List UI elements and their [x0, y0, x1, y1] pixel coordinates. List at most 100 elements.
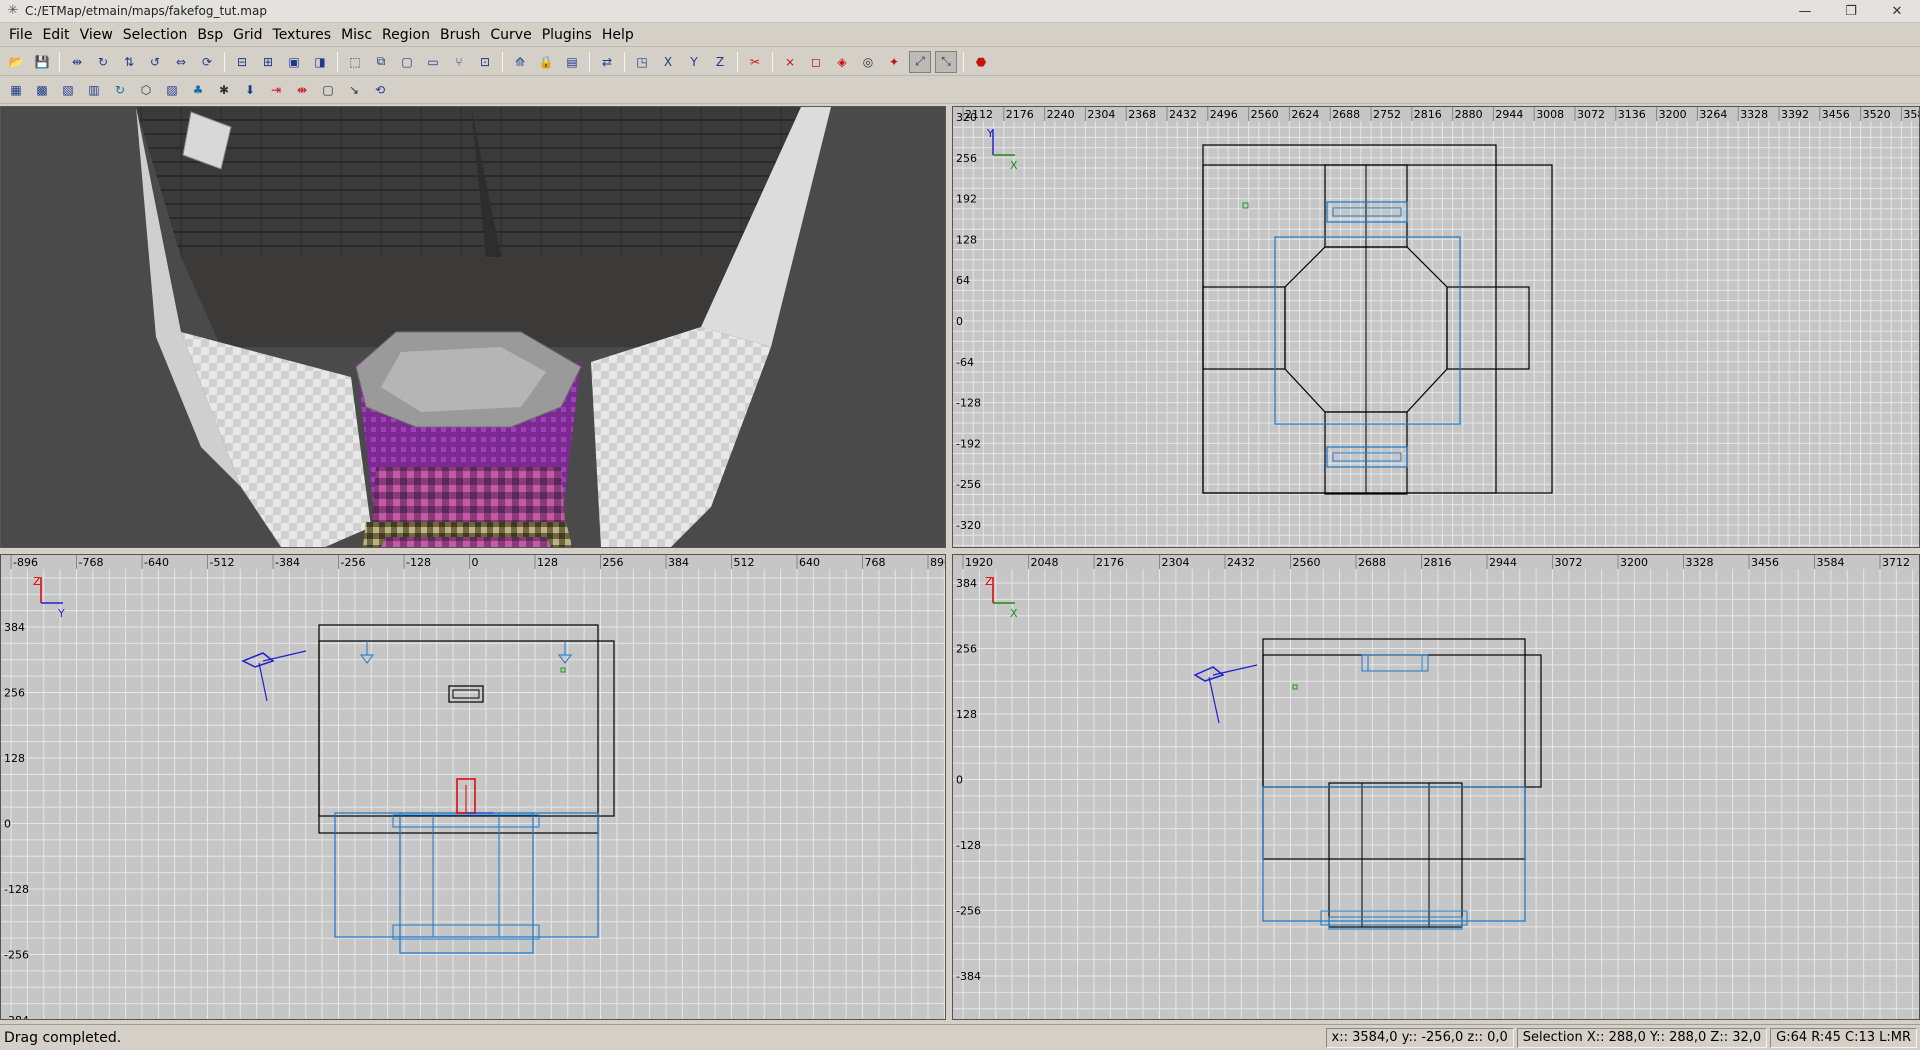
select-inside-icon[interactable]: ⬚ — [344, 51, 366, 73]
ruler-x-tick: 768 — [865, 556, 886, 569]
select-touching-icon[interactable]: ⧉ — [370, 51, 392, 73]
cycle-views-icon[interactable]: ⇄ — [596, 51, 618, 73]
ruler-x-tick: 2944 — [1495, 108, 1523, 121]
ruler-y-tick: -128 — [956, 839, 981, 852]
patch-sphere-icon[interactable]: ✦ — [883, 51, 905, 73]
patch-tree-icon[interactable]: ♣ — [187, 79, 209, 101]
ruler-x-tick: 3200 — [1620, 556, 1648, 569]
csg-merge-icon[interactable]: ⊞ — [257, 51, 279, 73]
z-axis-icon[interactable]: Z — [709, 51, 731, 73]
patch-bug-icon[interactable]: ✱ — [213, 79, 235, 101]
ruler-y-tick: 0 — [4, 818, 11, 831]
ruler-x-tick: -896 — [13, 556, 38, 569]
patch-flip-icon[interactable]: ⇥ — [265, 79, 287, 101]
ruler-x-tick: 3072 — [1555, 556, 1583, 569]
menu-misc[interactable]: Misc — [336, 23, 377, 47]
patch-delete-icon[interactable]: ▧ — [57, 79, 79, 101]
toolbar-separator — [502, 51, 503, 72]
patch-cap-icon[interactable]: ◻ — [805, 51, 827, 73]
entity-icon[interactable]: ⬣ — [970, 51, 992, 73]
clipper-icon[interactable]: ✂ — [744, 51, 766, 73]
ruler-x-tick: 3008 — [1536, 108, 1564, 121]
menu-plugins[interactable]: Plugins — [537, 23, 597, 47]
rotate-y-icon[interactable]: ↺ — [144, 51, 166, 73]
title-bar: ✳ C:/ETMap/etmain/maps/fakefog_tut.map —… — [0, 0, 1920, 23]
ruler-x-tick: 128 — [537, 556, 558, 569]
side-view-viewport[interactable]: -896 -768 -640 -512 -384 -256 -128 0 128 256 384 51… — [0, 554, 946, 1020]
patch-cycle-icon[interactable]: ↻ — [109, 79, 131, 101]
drag-vertices-icon[interactable]: ⤡ — [935, 50, 957, 73]
patch-insert-icon[interactable]: ▩ — [31, 79, 53, 101]
ruler-x-tick: 3456 — [1751, 556, 1779, 569]
change-view-icon[interactable]: ⟰ — [509, 51, 531, 73]
rotate-z-icon[interactable]: ⟳ — [196, 51, 218, 73]
open-icon[interactable]: 📂 — [5, 51, 27, 73]
patch-matrix-icon[interactable]: ▦ — [5, 79, 27, 101]
menu-selection[interactable]: Selection — [118, 23, 193, 47]
carve-icon[interactable]: ◨ — [309, 51, 331, 73]
menu-help[interactable]: Help — [597, 23, 639, 47]
ruler-y-tick: -256 — [956, 478, 981, 491]
menu-bsp[interactable]: Bsp — [192, 23, 228, 47]
patch-rotate-icon[interactable]: ⟲ — [369, 79, 391, 101]
hollow-icon[interactable]: ▣ — [283, 51, 305, 73]
ruler-y-tick: 256 — [956, 643, 977, 656]
ruler-y-tick: -256 — [956, 905, 981, 918]
select-complete-icon[interactable]: ▭ — [422, 51, 444, 73]
top-view-viewport[interactable]: 2112 2176 2240 2304 2368 2432 2496 2560 2624 2688… — [952, 106, 1920, 548]
ruler-x-tick: 2560 — [1251, 108, 1279, 121]
patch-overlay-icon[interactable]: ▢ — [317, 79, 339, 101]
menu-textures[interactable]: Textures — [268, 23, 337, 47]
ruler-y-tick: -384 — [956, 970, 981, 983]
menu-edit[interactable]: Edit — [37, 23, 74, 47]
texture-view-icon[interactable]: ⊡ — [474, 51, 496, 73]
patch-thicken-icon[interactable]: ▥ — [83, 79, 105, 101]
front-axis-v: Z — [985, 575, 993, 588]
flip-y-icon[interactable]: ⇅ — [118, 51, 140, 73]
menu-brush[interactable]: Brush — [435, 23, 485, 47]
side-axis-h: Y — [57, 607, 65, 620]
drag-edges-icon[interactable]: ⤢ — [909, 50, 931, 73]
ruler-x-tick: 2816 — [1424, 556, 1452, 569]
flip-x-icon[interactable]: ⇹ — [66, 51, 88, 73]
patch-down-icon[interactable]: ⬇ — [239, 79, 261, 101]
toolbar-separator — [589, 51, 590, 72]
ruler-x-tick: -768 — [79, 556, 104, 569]
camera-viewport[interactable] — [0, 106, 946, 548]
front-view-viewport[interactable]: 1920 2048 2176 2304 2432 2560 2688 2816 2944 3072… — [952, 554, 1920, 1020]
texture-lock-icon[interactable]: 🔒 — [535, 51, 557, 73]
flip-z-icon[interactable]: ⇔ — [170, 51, 192, 73]
ruler-x-tick: 3200 — [1659, 108, 1687, 121]
rotate-x-icon[interactable]: ↻ — [92, 51, 114, 73]
menu-view[interactable]: View — [75, 23, 118, 47]
menu-region[interactable]: Region — [377, 23, 435, 47]
patch-redisperse-icon[interactable]: ▨ — [161, 79, 183, 101]
patch-cone-icon[interactable]: ◎ — [857, 51, 879, 73]
ruler-x-tick: 2240 — [1047, 108, 1075, 121]
ruler-x-tick: 640 — [799, 556, 820, 569]
x-axis-icon[interactable]: X — [657, 51, 679, 73]
ruler-x-tick: 2048 — [1031, 556, 1059, 569]
patch-mirror-icon[interactable]: ⇼ — [291, 79, 313, 101]
ruler-x-tick: 3456 — [1822, 108, 1850, 121]
patch-hexagon-icon[interactable]: ⬡ — [135, 79, 157, 101]
close-button[interactable]: ✕ — [1874, 0, 1920, 23]
ruler-x-tick: 3712 — [1882, 556, 1910, 569]
minimize-button[interactable]: — — [1782, 0, 1828, 23]
camera-icon[interactable]: ▤ — [561, 51, 583, 73]
view-cube-icon[interactable]: ◳ — [631, 51, 653, 73]
patch-bend-icon[interactable]: ↘ — [343, 79, 365, 101]
menu-curve[interactable]: Curve — [485, 23, 536, 47]
menu-file[interactable]: File — [4, 23, 37, 47]
save-icon[interactable]: 💾 — [31, 51, 53, 73]
restore-button[interactable]: ❐ — [1828, 0, 1874, 23]
status-message: Drag completed. — [4, 1029, 122, 1046]
patch-bevel-icon[interactable]: ◈ — [831, 51, 853, 73]
select-partial-icon[interactable]: ▢ — [396, 51, 418, 73]
toolbar-separator — [772, 51, 773, 72]
csg-subtract-icon[interactable]: ⊟ — [231, 51, 253, 73]
patch-icon[interactable]: ⨯ — [779, 51, 801, 73]
y-axis-icon[interactable]: Y — [683, 51, 705, 73]
menu-grid[interactable]: Grid — [228, 23, 267, 47]
tree-icon[interactable]: ⑂ — [448, 51, 470, 73]
